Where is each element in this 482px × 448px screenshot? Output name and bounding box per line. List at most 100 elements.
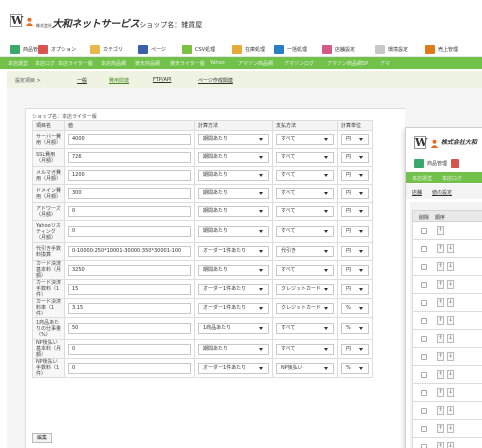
delete-checkbox[interactable]: [421, 354, 427, 360]
arrow-up-icon[interactable]: ↑: [437, 424, 444, 433]
delete-checkbox[interactable]: [421, 444, 427, 448]
payment-method-select[interactable]: すべて: [276, 206, 334, 217]
arrow-up-icon[interactable]: ↑: [437, 370, 444, 379]
calc-method-select[interactable]: 期間あたり: [198, 206, 269, 217]
arrow-up-icon[interactable]: ↑: [437, 262, 444, 271]
menu-item[interactable]: 本店ライター版: [58, 60, 93, 67]
secondary-logo[interactable]: W: [414, 136, 427, 149]
arrow-down-icon[interactable]: ↓: [447, 280, 454, 289]
toolbar-button-batch[interactable]: 一括処理: [274, 43, 307, 55]
calc-method-select[interactable]: 期間あたり: [198, 264, 269, 276]
unit-select[interactable]: 円: [341, 343, 369, 355]
value-input[interactable]: 15: [68, 283, 191, 295]
menu-item[interactable]: 楽天商品網: [135, 60, 160, 67]
secondary-product-label[interactable]: 商品管理: [427, 160, 447, 167]
value-input[interactable]: 300: [68, 188, 191, 199]
edit-button[interactable]: 編集: [32, 433, 53, 443]
toolbar-button-sales[interactable]: 売上管理: [425, 43, 458, 55]
arrow-up-icon[interactable]: ↑: [437, 280, 444, 289]
app-logo[interactable]: W: [10, 14, 23, 27]
payment-method-select[interactable]: すべて: [276, 323, 334, 334]
toolbar-button-stock[interactable]: 在庫処理: [232, 43, 265, 55]
payment-method-select[interactable]: NP後払い: [276, 362, 334, 374]
calc-method-select[interactable]: オーダー1件あたり: [198, 283, 269, 295]
payment-method-select[interactable]: クレジットカード: [276, 302, 334, 314]
calc-method-select[interactable]: 期間あたり: [198, 226, 269, 237]
delete-checkbox[interactable]: [421, 408, 427, 414]
value-input[interactable]: 1200: [68, 170, 191, 181]
arrow-down-icon[interactable]: ↓: [447, 352, 454, 361]
menu-item[interactable]: アマ: [380, 60, 390, 67]
payment-method-select[interactable]: すべて: [276, 343, 334, 355]
payment-method-select[interactable]: すべて: [276, 170, 334, 181]
arrow-down-icon[interactable]: ↓: [447, 262, 454, 271]
tab-ftp-api[interactable]: FTP/API: [153, 77, 171, 83]
arrow-up-icon[interactable]: ↑: [437, 388, 444, 397]
arrow-up-icon[interactable]: ↑: [437, 316, 444, 325]
payment-method-select[interactable]: すべて: [276, 264, 334, 276]
calc-method-select[interactable]: オーダー1件あたり: [198, 246, 269, 257]
payment-method-select[interactable]: すべて: [276, 188, 334, 199]
menu-item[interactable]: 楽天ライター版: [170, 60, 205, 67]
arrow-up-icon[interactable]: ↑: [437, 226, 444, 235]
value-input[interactable]: 0: [68, 343, 191, 355]
arrow-up-icon[interactable]: ↑: [437, 334, 444, 343]
tab-page-creation[interactable]: ページ作成関連: [198, 77, 233, 84]
calc-method-select[interactable]: オーダー1件あたり: [198, 362, 269, 374]
arrow-up-icon[interactable]: ↑: [437, 298, 444, 307]
unit-select[interactable]: %: [341, 323, 369, 334]
value-input[interactable]: 3.15: [68, 302, 191, 314]
payment-method-select[interactable]: すべて: [276, 134, 334, 145]
calc-method-select[interactable]: 期間あたり: [198, 170, 269, 181]
calc-method-select[interactable]: 期間あたり: [198, 343, 269, 355]
toolbar-button-category[interactable]: カテゴリ: [90, 43, 123, 55]
toolbar-button-page[interactable]: ページ: [138, 43, 166, 55]
toolbar-button-env-settings[interactable]: 環境設定: [375, 43, 408, 55]
calc-method-select[interactable]: 1商品あたり: [198, 323, 269, 334]
toolbar-button-option[interactable]: オプション: [38, 43, 76, 55]
tab-general[interactable]: 一般: [77, 77, 87, 84]
arrow-down-icon[interactable]: ↓: [447, 370, 454, 379]
unit-select[interactable]: 円: [341, 264, 369, 276]
unit-select[interactable]: 円: [341, 226, 369, 237]
value-input[interactable]: 4000: [68, 134, 191, 145]
arrow-down-icon[interactable]: ↓: [447, 406, 454, 415]
unit-select[interactable]: 円: [341, 152, 369, 163]
payment-method-select[interactable]: すべて: [276, 152, 334, 163]
unit-select[interactable]: %: [341, 302, 369, 314]
arrow-up-icon[interactable]: ↑: [437, 352, 444, 361]
arrow-down-icon[interactable]: ↓: [447, 424, 454, 433]
tab-costs[interactable]: 費用関連: [109, 77, 129, 84]
menu-item[interactable]: アマゾン商品網: [238, 60, 273, 67]
menu-item[interactable]: アマゾンログ: [284, 60, 314, 67]
arrow-up-icon[interactable]: ↑: [437, 442, 444, 448]
secondary-tab-store[interactable]: 店舗: [412, 189, 422, 196]
calc-method-select[interactable]: オーダー1件あたり: [198, 302, 269, 314]
secondary-tab-values[interactable]: 値の設定: [432, 189, 452, 196]
arrow-down-icon[interactable]: ↓: [447, 388, 454, 397]
menu-item[interactable]: 本店ログ: [35, 60, 55, 67]
delete-checkbox[interactable]: [421, 318, 427, 324]
menu-item[interactable]: Yahoo: [210, 60, 225, 66]
delete-checkbox[interactable]: [421, 390, 427, 396]
delete-checkbox[interactable]: [421, 426, 427, 432]
unit-select[interactable]: 円: [341, 283, 369, 295]
unit-select[interactable]: 円: [341, 206, 369, 217]
secondary-menu-item[interactable]: 本店運営: [412, 175, 432, 182]
arrow-down-icon[interactable]: ↓: [447, 334, 454, 343]
toolbar-button-csv[interactable]: CSV処理: [182, 43, 215, 55]
delete-checkbox[interactable]: [421, 300, 427, 306]
delete-checkbox[interactable]: [421, 228, 427, 234]
menu-item[interactable]: アマゾン商品網SP: [327, 60, 368, 67]
payment-method-select[interactable]: すべて: [276, 226, 334, 237]
value-input[interactable]: 50: [68, 323, 191, 334]
arrow-down-icon[interactable]: ↓: [447, 316, 454, 325]
menu-item[interactable]: 本店商品網: [101, 60, 126, 67]
arrow-down-icon[interactable]: ↓: [447, 298, 454, 307]
unit-select[interactable]: 円: [341, 170, 369, 181]
value-input[interactable]: 0-10000:250*10001-30000:350*30001-100: [68, 246, 191, 257]
arrow-down-icon[interactable]: ↓: [447, 442, 454, 448]
value-input[interactable]: 3250: [68, 264, 191, 276]
unit-select[interactable]: %: [341, 362, 369, 374]
arrow-up-icon[interactable]: ↑: [437, 406, 444, 415]
